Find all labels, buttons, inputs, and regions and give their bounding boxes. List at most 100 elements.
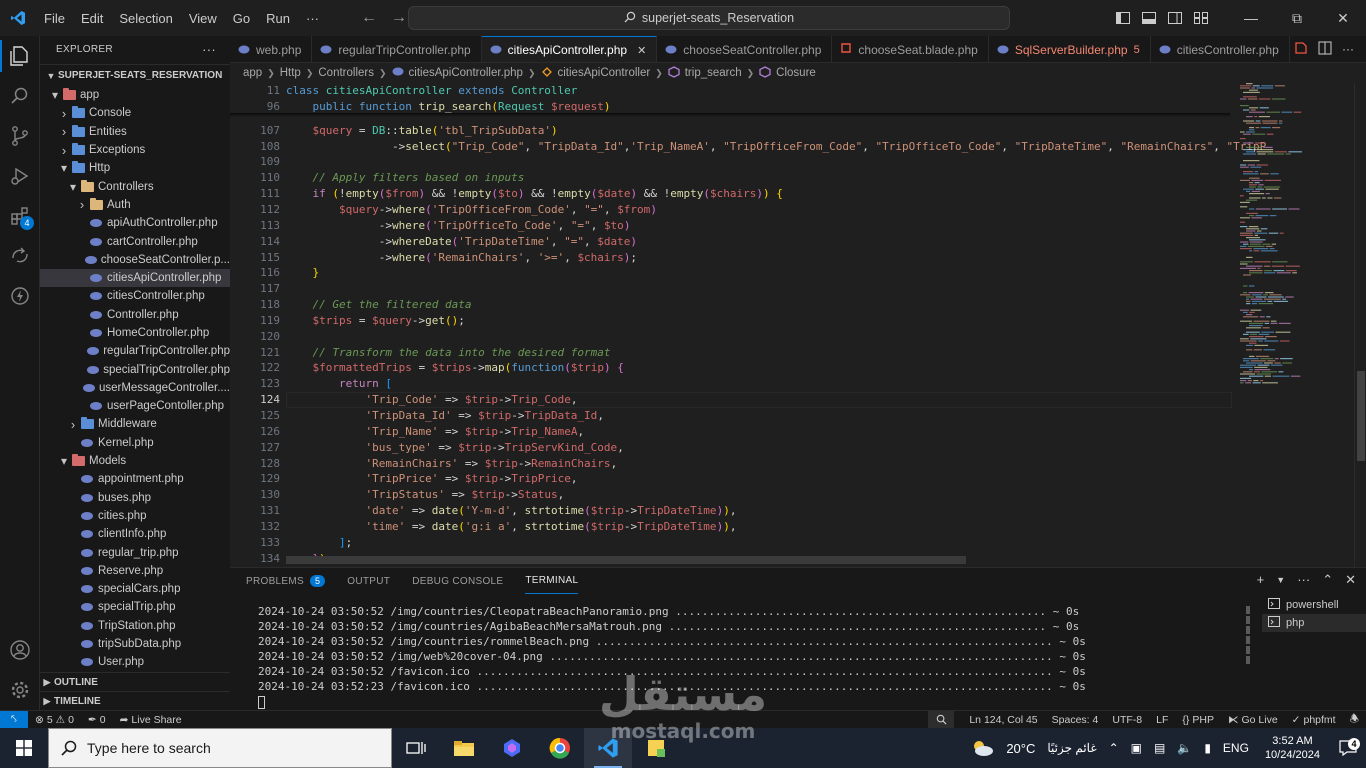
meet-now-icon[interactable]: ▣ xyxy=(1125,741,1148,755)
editor-tab[interactable]: chooseSeat.blade.php xyxy=(832,36,989,62)
clock[interactable]: 3:52 AM 10/24/2024 xyxy=(1255,734,1330,762)
file-item[interactable]: regular_trip.php xyxy=(40,543,230,561)
folder-item[interactable]: › Exceptions xyxy=(40,141,230,159)
task-view-icon[interactable] xyxy=(392,728,440,768)
notifications-bell-icon[interactable]: 🕭 xyxy=(1343,711,1366,729)
folder-item[interactable]: ▾ Models xyxy=(40,452,230,470)
menu-item[interactable]: Go xyxy=(225,11,258,26)
cursor-position[interactable]: Ln 124, Col 45 xyxy=(962,714,1044,726)
back-arrow-icon[interactable]: ← xyxy=(361,9,377,27)
settings-gear-icon[interactable] xyxy=(0,670,40,710)
run-and-debug-icon[interactable] xyxy=(0,156,40,196)
chevron-down-icon[interactable]: ▼ xyxy=(1276,575,1285,588)
menu-item[interactable]: View xyxy=(181,11,225,26)
folder-item[interactable]: › Entities xyxy=(40,123,230,141)
minimize-icon[interactable]: — xyxy=(1228,0,1274,36)
toggle-panel-icon[interactable] xyxy=(1136,12,1162,24)
breadcrumb-item[interactable]: Closure xyxy=(776,67,816,79)
file-item[interactable]: Reserve.php xyxy=(40,562,230,580)
menu-item[interactable]: ··· xyxy=(298,11,327,26)
code-editor[interactable]: 11 96 107 108 109 110 111 112 113 114 115 116 117 118… xyxy=(230,83,1366,567)
menu-item[interactable]: Selection xyxy=(111,11,180,26)
customize-layout-icon[interactable] xyxy=(1188,12,1214,24)
more-actions-icon[interactable]: ··· xyxy=(202,42,216,57)
file-item[interactable]: specialTrip.php xyxy=(40,598,230,616)
chrome-icon[interactable] xyxy=(536,728,584,768)
language-indicator[interactable]: ENG xyxy=(1217,741,1255,755)
toggle-primary-sidebar-icon[interactable] xyxy=(1110,12,1136,24)
panel-tab-output[interactable]: OUTPUT xyxy=(347,568,390,594)
folder-item[interactable]: ▾ Http xyxy=(40,159,230,177)
split-editor-icon[interactable] xyxy=(1318,41,1332,58)
network-icon[interactable]: ▤ xyxy=(1148,741,1171,755)
end-of-line[interactable]: LF xyxy=(1149,714,1175,726)
close-tab-icon[interactable]: ✕ xyxy=(637,44,646,57)
file-item[interactable]: User.php xyxy=(40,653,230,671)
file-explorer-icon[interactable] xyxy=(440,728,488,768)
remote-indicator-icon[interactable]: ⤣ xyxy=(0,710,28,729)
folder-item[interactable]: › Auth xyxy=(40,196,230,214)
notification-center-icon[interactable]: 4 xyxy=(1330,738,1366,756)
vscode-taskbar-icon[interactable] xyxy=(584,728,632,768)
file-item[interactable]: userMessageController.... xyxy=(40,379,230,397)
editor-tab[interactable]: chooseSeatController.php xyxy=(657,36,833,62)
timeline-section[interactable]: ▶ TIMELINE xyxy=(40,691,230,710)
terminal-output[interactable]: 2024-10-24 03:50:52 /img/countries/Cleop… xyxy=(258,604,1238,709)
file-item[interactable]: userPageContoller.php xyxy=(40,397,230,415)
panel-tab-terminal[interactable]: TERMINAL xyxy=(525,568,579,594)
folder-item[interactable]: › Console xyxy=(40,104,230,122)
restore-icon[interactable]: ⧉ xyxy=(1274,0,1320,36)
file-item[interactable]: Kernel.php xyxy=(40,434,230,452)
breadcrumb-item[interactable]: Controllers xyxy=(318,67,374,79)
zoom-search-icon[interactable] xyxy=(928,710,955,729)
file-item[interactable]: regularTripController.php xyxy=(40,342,230,360)
folder-item[interactable]: › Middleware xyxy=(40,415,230,433)
toggle-secondary-sidebar-icon[interactable] xyxy=(1162,12,1188,24)
panel-tab-problems[interactable]: PROBLEMS 5 xyxy=(246,568,326,594)
formatter-status[interactable]: ✓ phpfmt xyxy=(1285,714,1343,726)
scrollbar-thumb[interactable] xyxy=(1357,371,1365,461)
go-live-button[interactable]: ⧔ Go Live xyxy=(1221,714,1285,726)
editor-tab[interactable]: regularTripController.php xyxy=(312,36,482,62)
file-item[interactable]: TripStation.php xyxy=(40,617,230,635)
file-item[interactable]: apiAuthController.php xyxy=(40,214,230,232)
folder-item[interactable]: ▾ Controllers xyxy=(40,177,230,195)
menu-item[interactable]: File xyxy=(36,11,73,26)
temperature[interactable]: 20°C xyxy=(1000,741,1041,756)
terminal-instance[interactable]: php xyxy=(1262,614,1366,632)
volume-icon[interactable]: 🔈 xyxy=(1171,741,1198,755)
close-panel-icon[interactable]: ✕ xyxy=(1345,572,1356,588)
editor-tab[interactable]: web.php xyxy=(230,36,313,62)
file-item[interactable]: appointment.php xyxy=(40,470,230,488)
problems-status[interactable]: ⊗ 5 ⚠ 0 xyxy=(28,714,81,726)
windows-start-icon[interactable] xyxy=(0,728,48,768)
file-item[interactable]: clientInfo.php xyxy=(40,525,230,543)
file-item[interactable]: citiesController.php xyxy=(40,287,230,305)
source-control-icon[interactable] xyxy=(0,116,40,156)
command-center-search[interactable]: superjet-seats_Reservation xyxy=(408,6,1010,30)
new-terminal-icon[interactable]: + xyxy=(1257,572,1265,588)
live-share-status[interactable]: ➦ Live Share xyxy=(113,714,189,726)
ports-status[interactable]: ✒ 0 xyxy=(81,714,113,726)
extensions-icon[interactable]: 4 xyxy=(0,196,40,236)
language-mode[interactable]: {} PHP xyxy=(1175,714,1221,726)
close-icon[interactable]: ✕ xyxy=(1320,0,1366,36)
file-item[interactable]: tripSubData.php xyxy=(40,635,230,653)
editor-horizontal-scrollbar[interactable] xyxy=(286,556,966,564)
copilot-icon[interactable] xyxy=(488,728,536,768)
breadcrumb-item[interactable]: app xyxy=(243,67,262,79)
thunder-client-icon[interactable] xyxy=(0,276,40,316)
file-item[interactable]: specialTripController.php xyxy=(40,360,230,378)
folder-item[interactable]: ▾ app xyxy=(40,86,230,104)
menu-item[interactable]: Run xyxy=(258,11,298,26)
file-item[interactable]: cartController.php xyxy=(40,232,230,250)
more-actions-icon[interactable]: ··· xyxy=(1342,42,1354,56)
remote-explorer-icon[interactable] xyxy=(0,236,40,276)
battery-icon[interactable]: ▮ xyxy=(1198,741,1217,755)
file-item[interactable]: Controller.php xyxy=(40,306,230,324)
weather-text[interactable]: غائم جزئيًا xyxy=(1041,741,1102,755)
editor-vertical-scrollbar[interactable] xyxy=(1354,83,1366,567)
project-folder-header[interactable]: ▼ SUPERJET-SEATS_RESERVATION xyxy=(40,64,230,86)
search-icon[interactable] xyxy=(0,76,40,116)
editor-tab[interactable]: SqlServerBuilder.php 5 xyxy=(989,36,1151,62)
